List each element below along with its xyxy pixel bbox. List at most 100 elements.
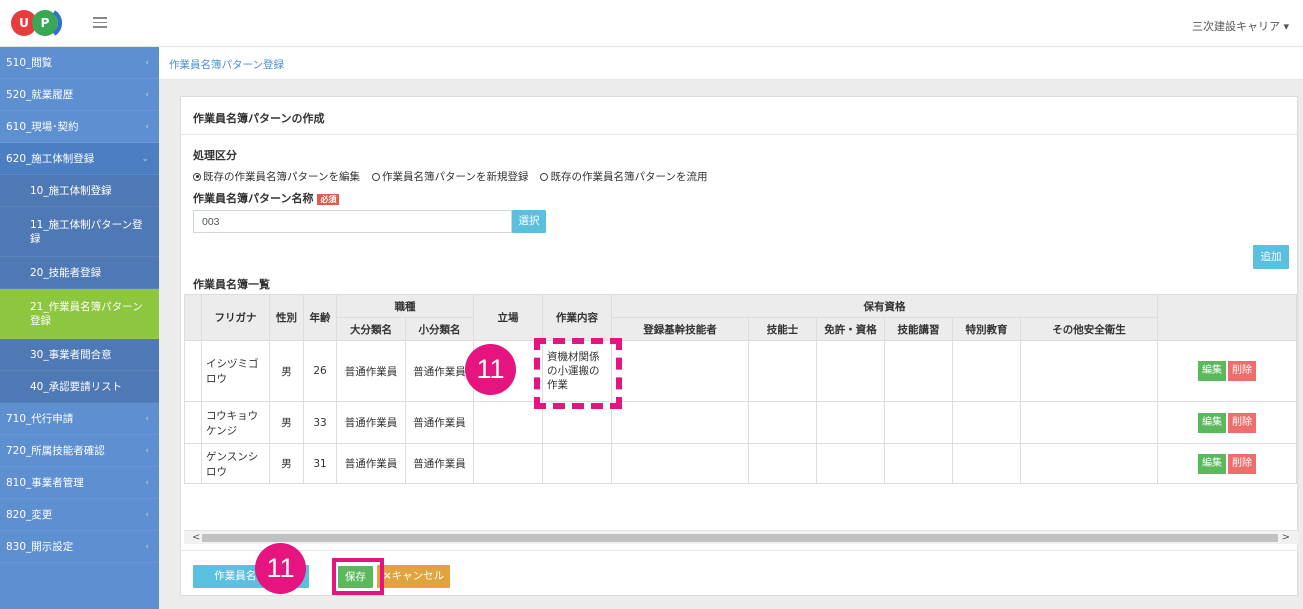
process-label: 処理区分 xyxy=(193,149,237,162)
chevron-left-icon: ‹ xyxy=(145,90,149,100)
cell-age: 31 xyxy=(303,443,337,484)
row-blank xyxy=(184,340,202,402)
sidebar-item-label: 810_事業者管理 xyxy=(6,477,84,489)
sidebar-item-label: 510_閲覧 xyxy=(6,57,53,69)
cell-qual xyxy=(1020,443,1158,484)
footer-divider xyxy=(180,550,1298,551)
cell-qual xyxy=(1020,401,1158,444)
edit-button[interactable]: 編集 xyxy=(1198,412,1226,433)
sidebar-subitem-label: 21_作業員名簿パターン登録 xyxy=(30,300,143,327)
edit-button[interactable]: 編集 xyxy=(1198,361,1226,381)
sidebar-item-720[interactable]: 720_所属技能者確認 ‹ xyxy=(0,435,159,467)
sidebar-item-810[interactable]: 810_事業者管理 ‹ xyxy=(0,467,159,499)
header-work: 作業内容 xyxy=(542,294,612,341)
sidebar-item-label: 820_変更 xyxy=(6,509,53,521)
cell-gender: 男 xyxy=(269,340,304,402)
header-other-safety: その他安全衛生 xyxy=(1020,317,1158,341)
header-age: 年齢 xyxy=(303,294,337,341)
cell-qual xyxy=(952,340,1021,402)
sidebar-item-710[interactable]: 710_代行申請 ‹ xyxy=(0,403,159,435)
worker-table-wrapper: フリガナ 性別 年齢 職種 立場 作業内容 保有資格 大分類名 小分類名 登録基… xyxy=(184,294,1298,530)
sidebar-item-label: 610_現場･契約 xyxy=(6,121,79,133)
sidebar-subitem-11[interactable]: 11_施工体制パターン登録 xyxy=(0,207,159,257)
cell-qual xyxy=(816,443,885,484)
sidebar-subitem-label: 40_承認要請リスト xyxy=(30,381,123,393)
cell-qual xyxy=(611,340,749,402)
scroll-thumb[interactable] xyxy=(202,534,1278,542)
menu-toggle-icon[interactable] xyxy=(93,14,107,28)
horizontal-scrollbar[interactable]: < > xyxy=(184,530,1298,544)
sidebar-subitem-10[interactable]: 10_施工体制登録 xyxy=(0,175,159,207)
add-button[interactable]: 追加 xyxy=(1253,245,1289,269)
sidebar-item-label: 620_施工体制登録 xyxy=(6,153,95,165)
table-row: ゲンスンシロウ 男 31 普通作業員 普通作業員 編集 削除 xyxy=(184,443,1297,484)
cell-major: 普通作業員 xyxy=(336,401,406,444)
cell-qual xyxy=(748,340,817,402)
header-job-type: 職種 xyxy=(336,294,474,318)
cell-qual xyxy=(952,401,1021,444)
sidebar-item-520[interactable]: 520_就業履歴 ‹ xyxy=(0,79,159,111)
cell-gender: 男 xyxy=(269,401,304,444)
header-training: 技能講習 xyxy=(884,317,953,341)
cell-furigana: コウキョウケンジ xyxy=(201,401,270,444)
radio-label: 既存の作業員名簿パターンを流用 xyxy=(550,171,708,183)
cell-age: 33 xyxy=(303,401,337,444)
sidebar-item-620[interactable]: 620_施工体制登録 ⌄ xyxy=(0,143,159,175)
sidebar-subitem-21[interactable]: 21_作業員名簿パターン登録 xyxy=(0,289,159,339)
sidebar-item-820[interactable]: 820_変更 ‹ xyxy=(0,499,159,531)
header-actions xyxy=(1157,294,1297,341)
radio-reuse[interactable]: 既存の作業員名簿パターンを流用 xyxy=(540,169,707,184)
header-position: 立場 xyxy=(473,294,543,341)
sidebar: 510_閲覧 ‹ 520_就業履歴 ‹ 610_現場･契約 ‹ 620_施工体制登録 ⌄… xyxy=(0,47,159,609)
radio-edit-existing[interactable]: 既存の作業員名簿パターンを編集 xyxy=(193,169,360,184)
sidebar-item-610[interactable]: 610_現場･契約 ‹ xyxy=(0,111,159,143)
sidebar-subitem-40[interactable]: 40_承認要請リスト xyxy=(0,371,159,403)
sidebar-item-label: 830_開示設定 xyxy=(6,541,74,553)
process-radio-group: 既存の作業員名簿パターンを編集 作業員名簿パターンを新規登録 既存の作業員名簿パ… xyxy=(193,169,707,184)
annotation-marker: 11 xyxy=(255,543,306,594)
sidebar-subitem-label: 10_施工体制登録 xyxy=(30,185,112,197)
worker-table: フリガナ 性別 年齢 職種 立場 作業内容 保有資格 大分類名 小分類名 登録基… xyxy=(184,294,1297,484)
sidebar-item-label: 520_就業履歴 xyxy=(6,89,74,101)
row-actions: 編集 削除 xyxy=(1157,340,1297,402)
cell-furigana: イシヅミゴロウ xyxy=(201,340,270,402)
delete-button[interactable]: 削除 xyxy=(1228,361,1256,381)
chevron-left-icon: ‹ xyxy=(145,58,149,68)
user-menu[interactable]: 三次建設キャリア ▾ xyxy=(1192,18,1289,34)
chevron-left-icon: ‹ xyxy=(145,542,149,552)
panel-title: 作業員名簿パターンの作成 xyxy=(193,112,325,125)
breadcrumb[interactable]: 作業員名簿パターン登録 xyxy=(169,57,284,72)
row-actions: 編集 削除 xyxy=(1157,401,1297,444)
cell-position xyxy=(473,401,543,444)
radio-new[interactable]: 作業員名簿パターンを新規登録 xyxy=(371,169,528,184)
cell-minor: 普通作業員 xyxy=(405,443,474,484)
cell-work xyxy=(542,443,612,484)
up-logo-icon[interactable]: U P xyxy=(10,8,70,38)
annotation-dashed-box xyxy=(534,338,622,409)
select-button[interactable]: 選択 xyxy=(512,210,546,233)
header-registered-skill: 登録基幹技能者 xyxy=(611,317,749,341)
header-engineer: 技能士 xyxy=(748,317,817,341)
delete-button[interactable]: 削除 xyxy=(1228,453,1256,474)
sidebar-subitem-30[interactable]: 30_事業者間合意 xyxy=(0,339,159,371)
edit-button[interactable]: 編集 xyxy=(1198,453,1226,474)
cell-gender: 男 xyxy=(269,443,304,484)
table-row: コウキョウケンジ 男 33 普通作業員 普通作業員 編集 削除 xyxy=(184,401,1297,444)
chevron-left-icon: ‹ xyxy=(145,478,149,488)
panel-header: 作業員名簿パターンの作成 xyxy=(181,97,1297,135)
delete-button[interactable]: 削除 xyxy=(1228,412,1256,433)
row-blank xyxy=(184,443,202,484)
pattern-name-input[interactable] xyxy=(193,210,512,233)
chevron-left-icon: ‹ xyxy=(145,414,149,424)
sidebar-item-830[interactable]: 830_開示設定 ‹ xyxy=(0,531,159,563)
annotation-marker: 11 xyxy=(465,344,516,395)
sidebar-item-510[interactable]: 510_閲覧 ‹ xyxy=(0,47,159,79)
annotation-solid-box xyxy=(332,558,384,595)
scroll-left-icon[interactable]: < xyxy=(192,531,200,545)
radio-label: 既存の作業員名簿パターンを編集 xyxy=(203,171,360,183)
sidebar-subitem-20[interactable]: 20_技能者登録 xyxy=(0,257,159,289)
required-badge: 必須 xyxy=(317,193,340,205)
cancel-button[interactable]: ×キャンセル xyxy=(377,565,450,588)
header-furigana: フリガナ xyxy=(201,294,270,341)
scroll-right-icon[interactable]: > xyxy=(1282,531,1290,545)
